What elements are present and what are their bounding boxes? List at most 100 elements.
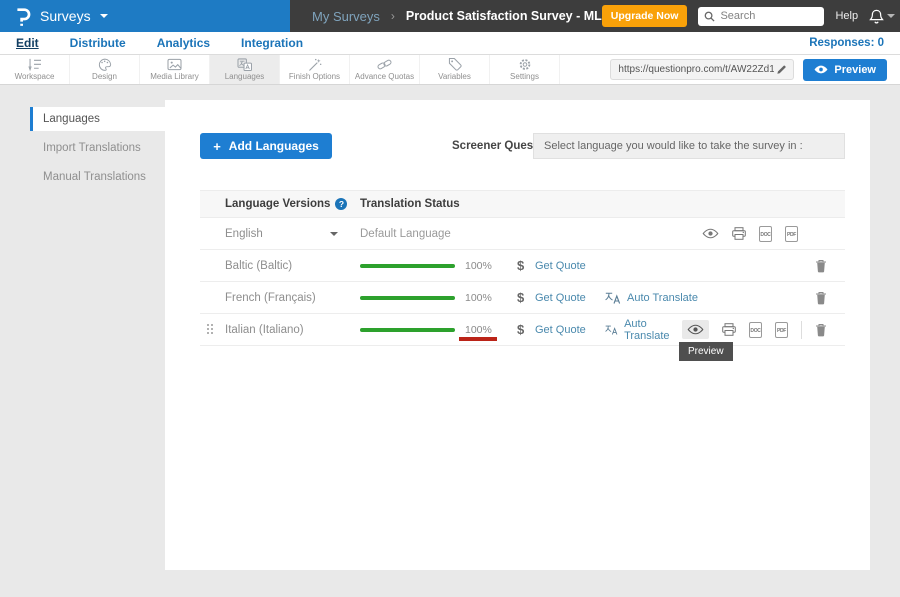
- table-row-french: French (Français) 100% $ Get Quote Auto …: [200, 282, 845, 314]
- screener-question-value: Select language you would like to take t…: [544, 140, 803, 152]
- help-icon[interactable]: ?: [335, 198, 347, 210]
- get-quote-link[interactable]: Get Quote: [535, 292, 587, 304]
- delete-language-button[interactable]: [815, 259, 827, 273]
- toolbar-label: Advance Quotas: [355, 72, 414, 81]
- table-row-english: English Default Language: [200, 218, 845, 250]
- get-quote-link[interactable]: Get Quote: [535, 324, 587, 336]
- export-doc-button[interactable]: DOC: [759, 226, 772, 242]
- language-name: English: [225, 228, 263, 240]
- printer-icon: [732, 227, 746, 240]
- sidebar-item-manual-translations[interactable]: Manual Translations: [30, 165, 165, 189]
- top-navbar: Surveys My Surveys › Product Satisfactio…: [0, 0, 900, 32]
- tab-analytics[interactable]: Analytics: [157, 36, 210, 50]
- translation-percent: 100%: [465, 324, 495, 336]
- help-link[interactable]: Help: [835, 10, 858, 22]
- actions-divider: [801, 321, 802, 339]
- auto-translate-link[interactable]: Auto Translate: [605, 292, 698, 304]
- export-pdf-button[interactable]: PDF: [785, 226, 798, 242]
- trash-icon: [815, 323, 827, 337]
- pdf-icon: PDF: [787, 232, 796, 238]
- auto-translate-link[interactable]: Auto Translate: [605, 318, 682, 342]
- edit-toolbar: Workspace Design Media Library: [0, 55, 900, 85]
- add-languages-label: Add Languages: [229, 139, 319, 153]
- dollar-icon[interactable]: $: [517, 322, 529, 337]
- auto-translate-label: Auto Translate: [624, 318, 682, 342]
- toolbar-item-variables[interactable]: Variables: [420, 55, 490, 84]
- toolbar-label: Settings: [510, 72, 539, 81]
- questionpro-app: Surveys My Surveys › Product Satisfactio…: [0, 0, 900, 597]
- add-languages-button[interactable]: + Add Languages: [200, 133, 332, 159]
- search-input[interactable]: [720, 10, 810, 22]
- preview-language-button[interactable]: [702, 228, 719, 239]
- responses-count[interactable]: Responses: 0: [809, 37, 884, 49]
- sidebar-item-import-translations[interactable]: Import Translations: [30, 136, 165, 160]
- doc-icon: DOC: [760, 232, 770, 238]
- languages-table: Language Versions ? Translation Status E…: [200, 190, 845, 346]
- bell-icon: [869, 9, 884, 24]
- drag-handle[interactable]: [207, 324, 214, 335]
- print-language-button[interactable]: [722, 323, 736, 336]
- get-quote-link[interactable]: Get Quote: [535, 260, 587, 272]
- plus-icon: +: [213, 139, 221, 154]
- chevron-down-icon: [330, 232, 338, 236]
- toolbar-item-design[interactable]: Design: [70, 55, 140, 84]
- export-pdf-button[interactable]: PDF: [775, 322, 788, 338]
- notifications-menu[interactable]: [869, 9, 895, 24]
- toolbar-label: Design: [92, 72, 117, 81]
- toolbar-item-settings[interactable]: Settings: [490, 55, 560, 84]
- global-search[interactable]: [698, 7, 824, 26]
- language-name: Baltic (Baltic): [200, 260, 360, 272]
- sidebar-item-label: Manual Translations: [43, 171, 146, 183]
- languages-panel: + Add Languages Screener Question : Sele…: [165, 100, 870, 570]
- row-actions: [815, 259, 845, 273]
- table-header: Language Versions ? Translation Status: [200, 190, 845, 218]
- variables-icon: [448, 58, 462, 71]
- print-language-button[interactable]: [732, 227, 746, 240]
- toolbar-label: Workspace: [15, 72, 55, 81]
- preview-language-button[interactable]: Preview: [682, 320, 709, 339]
- export-doc-button[interactable]: DOC: [749, 322, 762, 338]
- design-icon: [98, 58, 112, 71]
- finish-options-icon: [308, 58, 322, 71]
- toolbar-label: Media Library: [150, 72, 198, 81]
- surveys-menu[interactable]: Surveys: [0, 0, 290, 32]
- doc-icon: DOC: [750, 328, 760, 334]
- header-translation-status: Translation Status: [360, 198, 460, 210]
- trash-icon: [815, 259, 827, 273]
- toolbar-item-media-library[interactable]: Media Library: [140, 55, 210, 84]
- survey-url-input[interactable]: [618, 64, 774, 75]
- tab-distribute[interactable]: Distribute: [70, 36, 126, 50]
- chevron-down-icon: [887, 14, 895, 18]
- preview-button-label: Preview: [834, 64, 876, 76]
- sidebar-item-languages[interactable]: Languages: [30, 107, 165, 131]
- preview-button[interactable]: Preview: [803, 59, 887, 81]
- workspace-icon: [27, 58, 42, 71]
- sidebar-item-label: Import Translations: [43, 142, 141, 154]
- toolbar-item-languages[interactable]: Languages: [210, 55, 280, 84]
- toolbar-item-workspace[interactable]: Workspace: [0, 55, 70, 84]
- table-row-baltic: Baltic (Baltic) 100% $ Get Quote: [200, 250, 845, 282]
- toolbar-item-advance-quotas[interactable]: Advance Quotas: [350, 55, 420, 84]
- search-icon: [704, 11, 715, 22]
- toolbar-item-finish-options[interactable]: Finish Options: [280, 55, 350, 84]
- tab-edit[interactable]: Edit: [16, 36, 39, 50]
- screener-question-field[interactable]: Select language you would like to take t…: [533, 133, 845, 159]
- translation-percent: 100%: [465, 260, 495, 272]
- dollar-icon[interactable]: $: [517, 290, 529, 305]
- survey-url-field[interactable]: [610, 59, 794, 80]
- delete-language-button[interactable]: [815, 291, 827, 305]
- brand-label: Surveys: [40, 8, 91, 24]
- tab-integration[interactable]: Integration: [241, 36, 303, 50]
- settings-icon: [518, 58, 532, 71]
- questionpro-logo-icon: [14, 7, 31, 26]
- upgrade-now-button[interactable]: Upgrade Now: [602, 5, 688, 27]
- breadcrumb-my-surveys[interactable]: My Surveys: [312, 9, 380, 24]
- default-language-status: Default Language: [360, 228, 451, 240]
- translation-progress-bar: [360, 296, 455, 300]
- language-name: French (Français): [200, 292, 360, 304]
- toolbar-label: Languages: [225, 72, 265, 81]
- dollar-icon[interactable]: $: [517, 258, 529, 273]
- default-language-select[interactable]: English: [200, 228, 360, 240]
- edit-url-button[interactable]: [774, 62, 789, 77]
- delete-language-button[interactable]: [815, 323, 827, 337]
